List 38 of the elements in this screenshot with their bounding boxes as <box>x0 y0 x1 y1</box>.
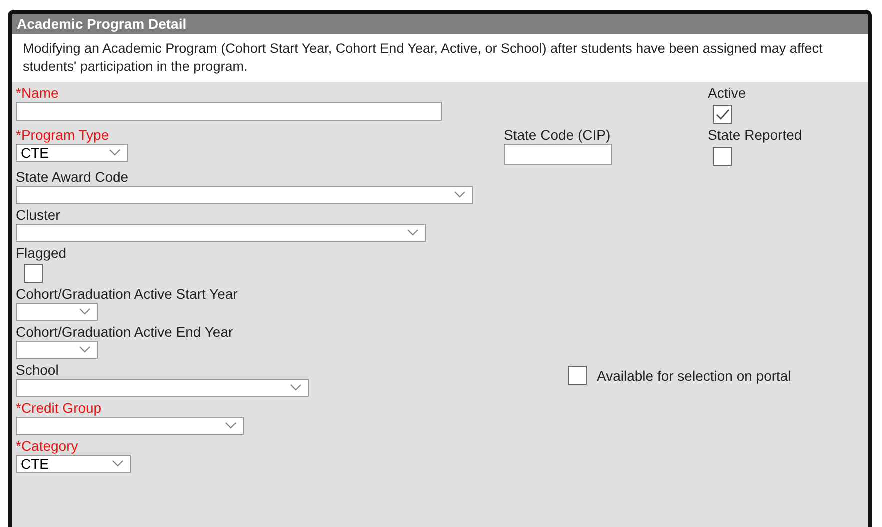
chevron-down-icon <box>225 422 237 430</box>
checkbox[interactable] <box>713 105 732 124</box>
checkbox[interactable] <box>24 264 43 283</box>
checkbox-label: Available for selection on portal <box>597 368 792 384</box>
field-label: *Program Type <box>16 127 110 143</box>
field-label: Cohort/Graduation Active Start Year <box>16 286 238 302</box>
chevron-down-icon <box>407 229 419 237</box>
chevron-down-icon <box>454 191 466 199</box>
dropdown[interactable]: CTE <box>16 144 128 162</box>
field-label: State Reported <box>708 127 802 143</box>
chevron-down-icon <box>109 149 121 157</box>
field-label: Cohort/Graduation Active End Year <box>16 324 234 340</box>
field-label: State Code (CIP) <box>504 127 611 143</box>
chevron-down-icon <box>112 460 124 468</box>
chevron-down-icon <box>79 346 91 354</box>
field-label: Cluster <box>16 207 60 223</box>
dropdown[interactable] <box>16 186 473 204</box>
dropdown[interactable] <box>16 379 309 397</box>
chevron-down-icon <box>79 308 91 316</box>
notice-text: Modifying an Academic Program (Cohort Start Year, Cohort End Year, Active, or School) after students have been assigned may affect students' participation in the program. <box>12 34 868 82</box>
field-label: School <box>16 362 59 378</box>
field-label: Active <box>708 85 746 101</box>
field-label: State Award Code <box>16 169 129 185</box>
chevron-down-icon <box>290 384 302 392</box>
panel-header: Academic Program Detail <box>12 14 868 34</box>
dropdown[interactable] <box>16 341 98 359</box>
dropdown[interactable] <box>16 303 98 321</box>
checkbox[interactable] <box>568 366 587 385</box>
dropdown[interactable]: CTE <box>16 455 131 473</box>
field-label: *Name <box>16 85 59 101</box>
field-label: *Category <box>16 438 78 454</box>
dropdown[interactable] <box>16 417 244 435</box>
text-field[interactable] <box>504 144 612 165</box>
text-field[interactable] <box>16 102 442 121</box>
field-label: Flagged <box>16 245 67 261</box>
dropdown[interactable] <box>16 224 426 242</box>
checkbox[interactable] <box>713 147 732 166</box>
field-label: *Credit Group <box>16 400 102 416</box>
